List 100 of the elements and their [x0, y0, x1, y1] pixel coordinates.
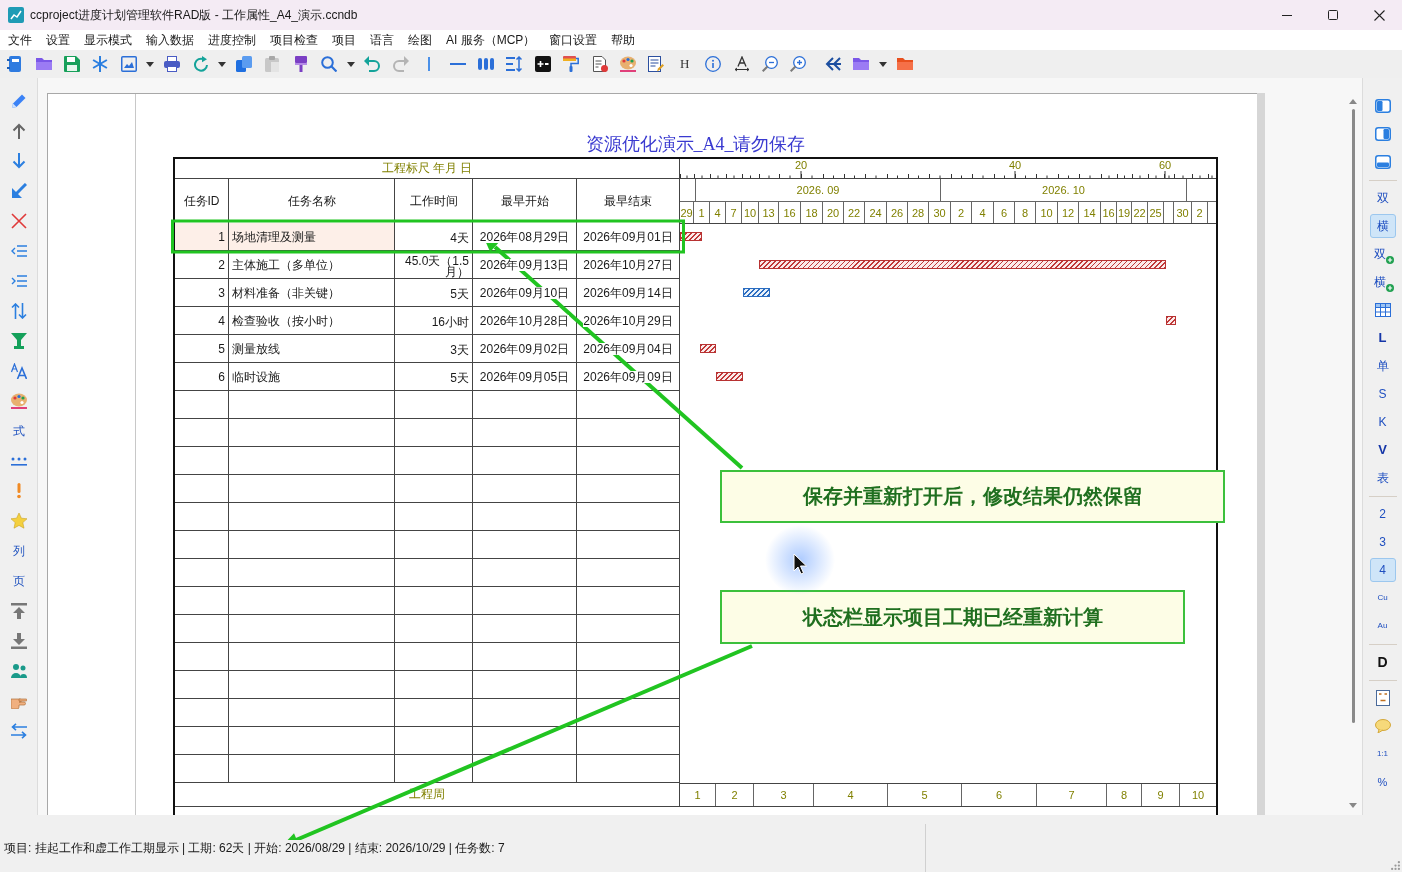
- undo-icon[interactable]: [364, 56, 381, 72]
- scroll-down-icon[interactable]: [1349, 803, 1357, 808]
- d-button[interactable]: D: [1369, 650, 1396, 674]
- move-top-icon[interactable]: [10, 603, 27, 619]
- plus-square-icon[interactable]: [534, 56, 551, 72]
- add-view-button[interactable]: 双: [1369, 242, 1396, 266]
- panel-bottom-icon[interactable]: [1374, 155, 1391, 169]
- edit-document-icon[interactable]: [648, 56, 665, 72]
- table-grid-icon[interactable]: [1374, 303, 1391, 317]
- zoom-in-icon[interactable]: [790, 56, 807, 72]
- style-button[interactable]: 表: [1369, 466, 1396, 490]
- diagonal-arrow-icon[interactable]: [10, 183, 27, 199]
- folder-icon[interactable]: [853, 56, 870, 72]
- menu-item[interactable]: 帮助: [604, 30, 643, 50]
- folder-icon[interactable]: [896, 56, 913, 72]
- menu-item[interactable]: 窗口设置: [542, 30, 605, 50]
- caret-icon[interactable]: [218, 61, 227, 67]
- image-icon[interactable]: [120, 56, 137, 72]
- vertical-line-icon[interactable]: [428, 57, 431, 71]
- save-icon[interactable]: [63, 56, 80, 72]
- style-button[interactable]: S: [1369, 382, 1396, 406]
- menu-item[interactable]: 输入数据: [139, 30, 201, 50]
- people-icon[interactable]: [10, 663, 27, 679]
- indent-icon[interactable]: [10, 273, 27, 289]
- text-width-icon[interactable]: [733, 56, 750, 72]
- glyph-button[interactable]: 式: [12, 424, 25, 438]
- menu-item[interactable]: 项目检查: [263, 30, 325, 50]
- task-bar[interactable]: [716, 372, 743, 381]
- search-icon[interactable]: [321, 56, 338, 72]
- menu-item[interactable]: AI 服务（MCP）: [439, 30, 543, 50]
- scrollbar-thumb[interactable]: [1351, 109, 1355, 723]
- sort-list-icon[interactable]: [506, 56, 523, 72]
- paint-roller-icon[interactable]: [563, 56, 580, 72]
- task-bar[interactable]: [759, 260, 1166, 269]
- info-icon[interactable]: [705, 56, 722, 72]
- level-button[interactable]: 4: [1369, 558, 1396, 582]
- star-icon[interactable]: [10, 513, 27, 529]
- menu-item[interactable]: 进度控制: [201, 30, 263, 50]
- level-button[interactable]: Au: [1369, 614, 1396, 638]
- maximize-icon[interactable]: [1328, 10, 1338, 20]
- copy-icon[interactable]: [235, 56, 252, 72]
- level-button[interactable]: 2: [1369, 502, 1396, 526]
- style-button[interactable]: K: [1369, 410, 1396, 434]
- task-bar[interactable]: [1166, 316, 1176, 325]
- glyph-button[interactable]: 列: [12, 544, 25, 558]
- ratio-button[interactable]: 1:1: [1369, 742, 1396, 766]
- panel-left-icon[interactable]: [1374, 99, 1391, 113]
- style-button[interactable]: V: [1369, 438, 1396, 462]
- funnel-icon[interactable]: [10, 333, 27, 349]
- columns-icon[interactable]: [478, 58, 495, 70]
- double-arrow-icon[interactable]: [824, 56, 841, 72]
- view-mode-button[interactable]: 双: [1369, 186, 1396, 210]
- menu-item[interactable]: 绘图: [401, 30, 439, 50]
- menu-item[interactable]: 项目: [325, 30, 363, 50]
- task-bar[interactable]: [743, 288, 770, 297]
- paint-brush-icon[interactable]: [292, 56, 309, 72]
- document-badge-icon[interactable]: [591, 56, 608, 72]
- printer-icon[interactable]: [164, 56, 181, 72]
- up-arrow-icon[interactable]: [10, 123, 27, 139]
- font-size-icon[interactable]: [10, 363, 27, 379]
- outdent-icon[interactable]: [10, 243, 27, 259]
- task-bar[interactable]: [700, 344, 716, 353]
- up-down-arrows-icon[interactable]: [10, 303, 27, 319]
- add-view-button[interactable]: 横: [1369, 270, 1396, 294]
- pencil-icon[interactable]: [10, 93, 27, 109]
- dotted-line-icon[interactable]: [10, 456, 27, 466]
- refresh-icon[interactable]: [192, 56, 209, 72]
- zoom-out-icon[interactable]: [761, 56, 778, 72]
- cross-icon[interactable]: [10, 213, 27, 229]
- palette-icon[interactable]: [620, 56, 636, 72]
- asterisk-icon[interactable]: [92, 56, 109, 72]
- caret-icon[interactable]: [146, 61, 155, 67]
- style-button[interactable]: 单: [1369, 354, 1396, 378]
- scroll-up-icon[interactable]: [1349, 99, 1357, 104]
- task-bar[interactable]: [680, 232, 702, 241]
- exclamation-icon[interactable]: [16, 483, 21, 499]
- horizontal-line-icon[interactable]: [449, 63, 466, 65]
- resize-grip-icon[interactable]: [1391, 861, 1400, 870]
- notebook-icon[interactable]: [7, 56, 24, 72]
- down-arrow-icon[interactable]: [10, 153, 27, 169]
- ratio-button[interactable]: %: [1369, 770, 1396, 794]
- clipboard-icon[interactable]: [264, 56, 281, 72]
- view-mode-button[interactable]: 横: [1369, 214, 1396, 238]
- move-bottom-icon[interactable]: [10, 633, 27, 649]
- panel-right-icon[interactable]: [1374, 127, 1391, 141]
- caret-icon[interactable]: [878, 61, 887, 67]
- menu-item[interactable]: 显示模式: [77, 30, 139, 50]
- level-button[interactable]: 3: [1369, 530, 1396, 554]
- minimize-icon[interactable]: [1282, 14, 1292, 16]
- caret-icon[interactable]: [346, 61, 355, 67]
- frame-icon[interactable]: [1375, 690, 1390, 706]
- style-button[interactable]: L: [1369, 326, 1396, 350]
- menu-item[interactable]: 文件: [1, 30, 39, 50]
- glyph-button[interactable]: H: [680, 56, 690, 72]
- swap-icon[interactable]: [10, 723, 27, 739]
- close-icon[interactable]: [1373, 9, 1385, 21]
- glyph-button[interactable]: 页: [12, 574, 25, 588]
- menu-item[interactable]: 设置: [39, 30, 77, 50]
- folder-icon[interactable]: [35, 56, 52, 72]
- level-button[interactable]: Cu: [1369, 586, 1396, 610]
